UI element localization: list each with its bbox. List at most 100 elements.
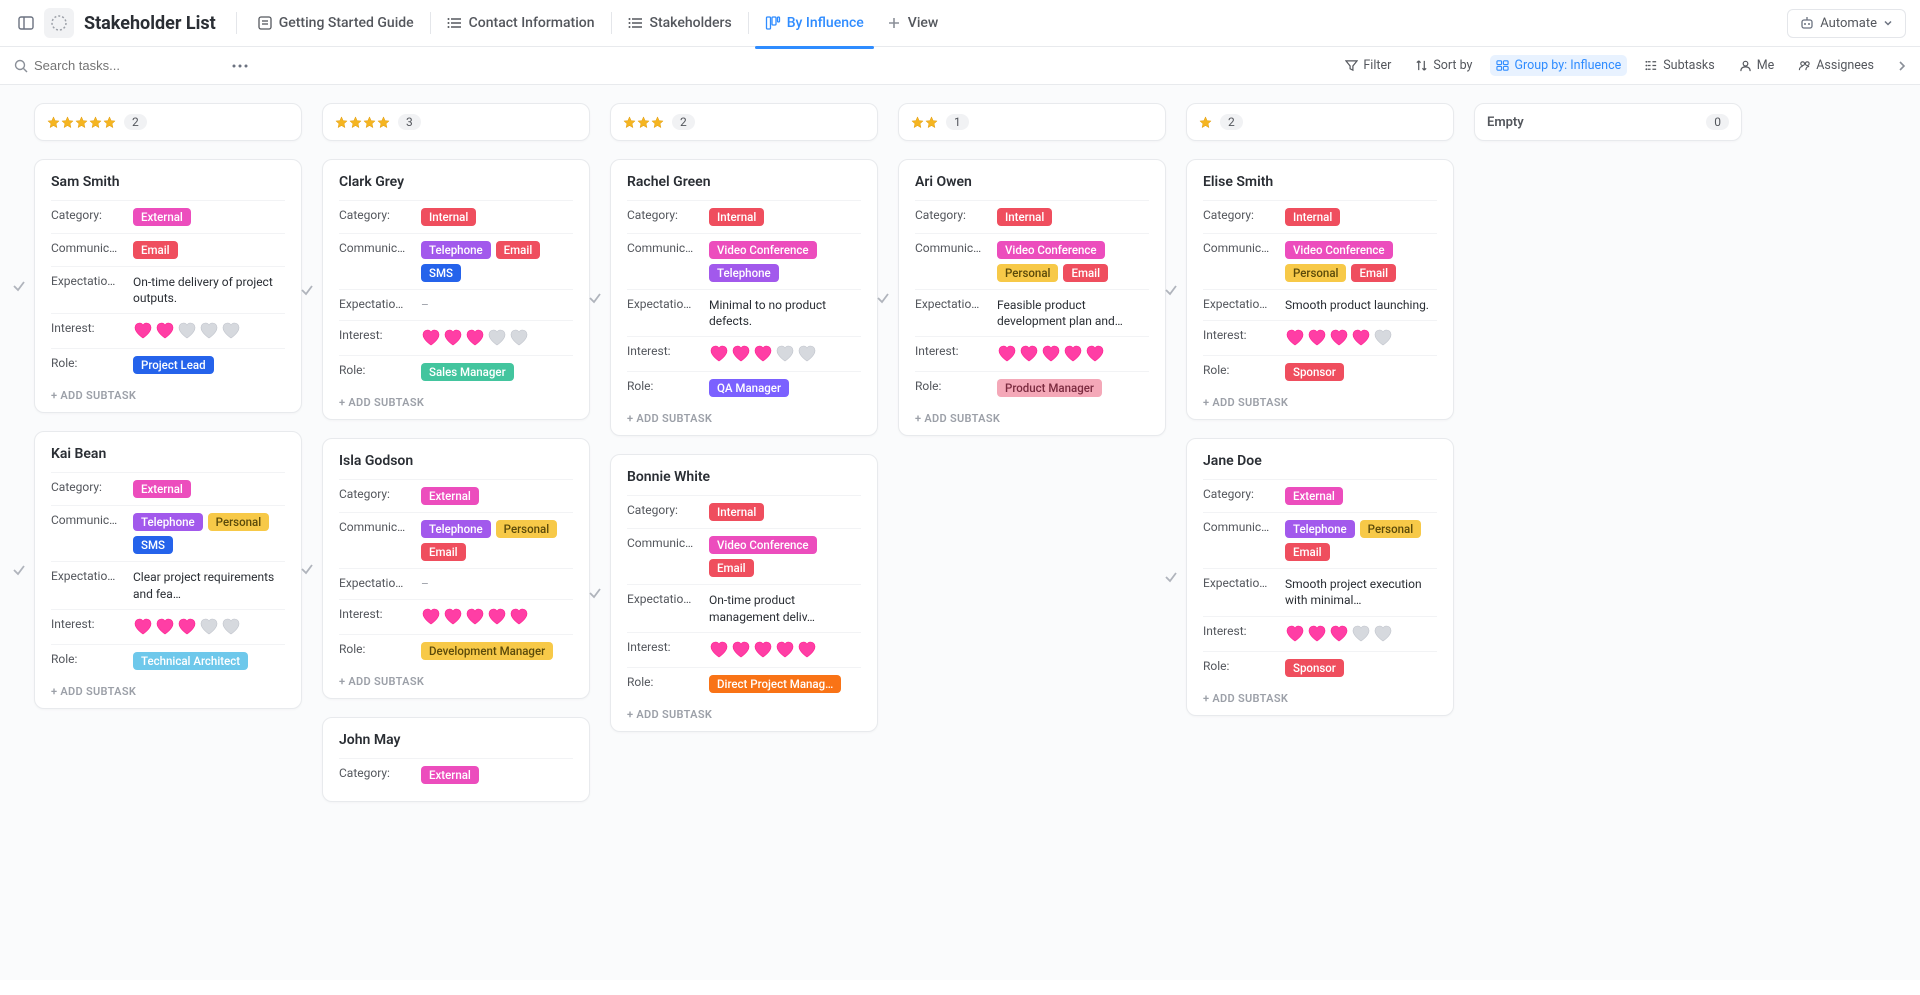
tag[interactable]: Personal <box>1285 264 1346 282</box>
tag[interactable]: Internal <box>709 503 764 521</box>
check-icon[interactable] <box>300 283 314 297</box>
add-subtask-button[interactable]: + ADD SUBTASK <box>1203 396 1437 409</box>
search-input[interactable] <box>34 58 174 73</box>
toolbar-me[interactable]: Me <box>1733 55 1781 76</box>
stakeholder-card[interactable]: John May Category: External <box>322 717 590 802</box>
tag[interactable]: Video Conference <box>709 536 817 554</box>
tag[interactable]: Personal <box>997 264 1058 282</box>
add-subtask-button[interactable]: + ADD SUBTASK <box>915 412 1149 425</box>
tag[interactable]: Telephone <box>421 241 491 259</box>
show-more-icon[interactable] <box>1894 60 1906 72</box>
tag[interactable]: SMS <box>421 264 461 282</box>
check-icon[interactable] <box>876 291 890 305</box>
stakeholder-card[interactable]: Bonnie White Category: Internal Communic… <box>610 454 878 731</box>
column-header[interactable]: 3 <box>322 103 590 141</box>
tag[interactable]: External <box>421 766 479 784</box>
tag[interactable]: Email <box>1285 543 1330 561</box>
toolbar-filter[interactable]: Filter <box>1339 55 1397 76</box>
tab-stakeholders[interactable]: Stakeholders <box>618 9 742 37</box>
card-wrap: Elise Smith Category: Internal Communic…… <box>1186 159 1454 420</box>
check-icon[interactable] <box>1164 283 1178 297</box>
tag[interactable]: Email <box>1351 264 1396 282</box>
add-subtask-button[interactable]: + ADD SUBTASK <box>627 708 861 721</box>
tag[interactable]: Internal <box>997 208 1052 226</box>
add-view-button[interactable]: View <box>876 9 949 37</box>
field-role: Role: Direct Project Manag… <box>627 667 861 700</box>
tag[interactable]: Telephone <box>421 520 491 538</box>
stakeholder-card[interactable]: Isla Godson Category: External Communic…… <box>322 438 590 699</box>
tag[interactable]: Sales Manager <box>421 363 514 381</box>
tag[interactable]: Email <box>1063 264 1108 282</box>
field-communication: Communic… Email <box>51 233 285 266</box>
sidebar-toggle-icon[interactable] <box>14 11 38 35</box>
tag[interactable]: QA Manager <box>709 379 789 397</box>
tag[interactable]: Product Manager <box>997 379 1102 397</box>
more-icon[interactable] <box>228 60 252 72</box>
tag[interactable]: Telephone <box>709 264 779 282</box>
tag[interactable]: Personal <box>1360 520 1421 538</box>
tag[interactable]: External <box>421 487 479 505</box>
stakeholder-card[interactable]: Elise Smith Category: Internal Communic…… <box>1186 159 1454 420</box>
tag[interactable]: Video Conference <box>709 241 817 259</box>
check-icon[interactable] <box>1164 570 1178 584</box>
stakeholder-card[interactable]: Sam Smith Category: External Communic… E… <box>34 159 302 413</box>
column-header[interactable]: 2 <box>610 103 878 141</box>
tag[interactable]: Email <box>496 241 541 259</box>
tag[interactable]: Technical Architect <box>133 652 248 670</box>
toolbar-label: Group by: Influence <box>1514 58 1621 73</box>
tag[interactable]: External <box>133 208 191 226</box>
toolbar-label: Filter <box>1363 58 1391 73</box>
tag[interactable]: External <box>1285 487 1343 505</box>
column-header[interactable]: 2 <box>34 103 302 141</box>
tag[interactable]: Direct Project Manag… <box>709 675 841 693</box>
check-icon[interactable] <box>300 562 314 576</box>
toolbar-group[interactable]: Group by: Influence <box>1490 55 1627 76</box>
check-icon[interactable] <box>588 291 602 305</box>
field-value: Internal <box>1285 208 1437 226</box>
field-communication: Communic… Video ConferenceTelephone <box>627 233 861 289</box>
tag[interactable]: Email <box>133 241 178 259</box>
toolbar-subtasks[interactable]: Subtasks <box>1639 55 1720 76</box>
tab-by-influence[interactable]: By Influence <box>755 9 874 37</box>
stakeholder-card[interactable]: Kai Bean Category: External Communic… Te… <box>34 431 302 708</box>
automate-button[interactable]: Automate <box>1787 9 1906 38</box>
check-icon[interactable] <box>588 586 602 600</box>
column-header[interactable]: 1 <box>898 103 1166 141</box>
field-role: Role: QA Manager <box>627 371 861 404</box>
column-header[interactable]: Empty0 <box>1474 103 1742 141</box>
tag[interactable]: Development Manager <box>421 642 553 660</box>
tag[interactable]: Project Lead <box>133 356 214 374</box>
stakeholder-card[interactable]: Clark Grey Category: Internal Communic… … <box>322 159 590 420</box>
stakeholder-card[interactable]: Rachel Green Category: Internal Communic… <box>610 159 878 436</box>
tag[interactable]: Internal <box>421 208 476 226</box>
tag[interactable]: SMS <box>133 536 173 554</box>
add-subtask-button[interactable]: + ADD SUBTASK <box>339 396 573 409</box>
tag[interactable]: External <box>133 480 191 498</box>
tag[interactable]: Sponsor <box>1285 363 1344 381</box>
stakeholder-card[interactable]: Ari Owen Category: Internal Communic… Vi… <box>898 159 1166 436</box>
tag[interactable]: Internal <box>1285 208 1340 226</box>
tag[interactable]: Video Conference <box>1285 241 1393 259</box>
column-header[interactable]: 2 <box>1186 103 1454 141</box>
stakeholder-card[interactable]: Jane Doe Category: External Communic… Te… <box>1186 438 1454 715</box>
toolbar-sort[interactable]: Sort by <box>1409 55 1478 76</box>
toolbar-assignees[interactable]: Assignees <box>1792 55 1880 76</box>
add-subtask-button[interactable]: + ADD SUBTASK <box>339 675 573 688</box>
tag[interactable]: Personal <box>496 520 557 538</box>
tag[interactable]: Telephone <box>1285 520 1355 538</box>
add-subtask-button[interactable]: + ADD SUBTASK <box>51 389 285 402</box>
add-subtask-button[interactable]: + ADD SUBTASK <box>1203 692 1437 705</box>
tag[interactable]: Sponsor <box>1285 659 1344 677</box>
add-subtask-button[interactable]: + ADD SUBTASK <box>627 412 861 425</box>
tab-contact-information[interactable]: Contact Information <box>437 9 605 37</box>
tag[interactable]: Personal <box>208 513 269 531</box>
tag[interactable]: Video Conference <box>997 241 1105 259</box>
check-icon[interactable] <box>12 279 26 293</box>
add-subtask-button[interactable]: + ADD SUBTASK <box>51 685 285 698</box>
tag[interactable]: Email <box>421 543 466 561</box>
tag[interactable]: Telephone <box>133 513 203 531</box>
tag[interactable]: Internal <box>709 208 764 226</box>
check-icon[interactable] <box>12 563 26 577</box>
tag[interactable]: Email <box>709 559 754 577</box>
tab-getting-started-guide[interactable]: Getting Started Guide <box>247 9 424 37</box>
